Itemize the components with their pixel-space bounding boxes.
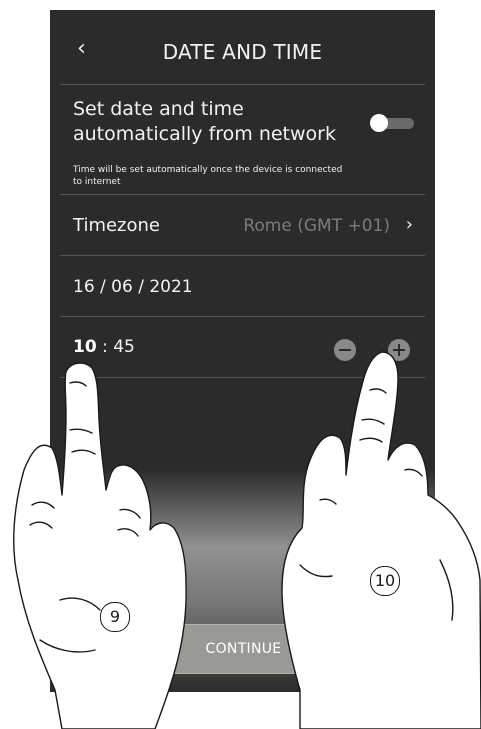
- timezone-label: Timezone: [73, 215, 160, 236]
- continue-button[interactable]: CONTINUE: [83, 624, 404, 674]
- minus-icon: [339, 349, 351, 351]
- step-badge-9: 9: [100, 602, 130, 632]
- decrease-button[interactable]: [334, 339, 356, 361]
- increase-button[interactable]: [388, 339, 410, 361]
- time-hour[interactable]: 10: [73, 337, 97, 357]
- toggle-knob: [370, 114, 388, 132]
- timezone-value: Rome (GMT +01): [243, 216, 390, 236]
- divider: [60, 377, 425, 378]
- time-minute[interactable]: 45: [113, 337, 135, 357]
- auto-network-toggle[interactable]: [370, 114, 416, 132]
- auto-network-hint: Time will be set automatically once the …: [73, 165, 343, 187]
- date-value: 16 / 06 / 2021: [73, 277, 193, 297]
- step-badge-10: 10: [370, 566, 400, 596]
- auto-network-setting: Set date and time automatically from net…: [50, 85, 435, 201]
- page-title: DATE AND TIME: [162, 40, 323, 64]
- auto-network-label: Set date and time automatically from net…: [73, 98, 336, 145]
- timezone-row[interactable]: Timezone Rome (GMT +01) ›: [50, 195, 435, 255]
- header: ‹ DATE AND TIME: [50, 10, 435, 84]
- time-value: 10 : 45: [73, 337, 135, 357]
- date-row[interactable]: 16 / 06 / 2021: [50, 256, 435, 316]
- chevron-right-icon: ›: [405, 214, 413, 235]
- time-separator: :: [96, 337, 114, 357]
- time-row: 10 : 45: [50, 317, 435, 377]
